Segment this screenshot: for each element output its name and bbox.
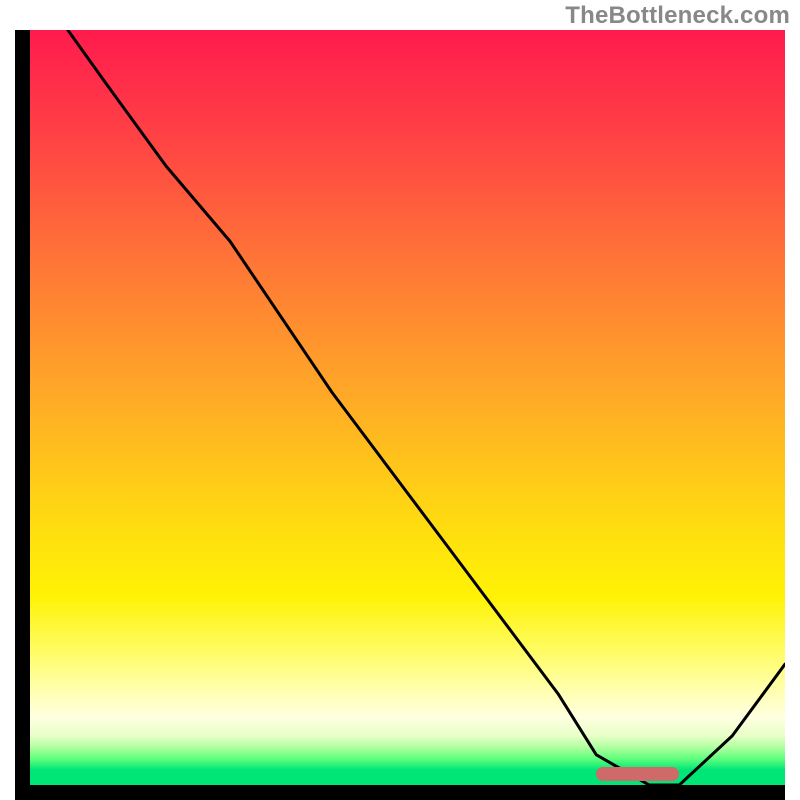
watermark-text: TheBottleneck.com xyxy=(565,2,790,30)
optimal-range-marker xyxy=(596,767,679,781)
plot-area xyxy=(30,30,785,785)
chart-root: TheBottleneck.com xyxy=(0,0,800,800)
curve-svg xyxy=(30,30,785,785)
plot-frame xyxy=(15,30,785,800)
curve-path xyxy=(68,30,785,785)
